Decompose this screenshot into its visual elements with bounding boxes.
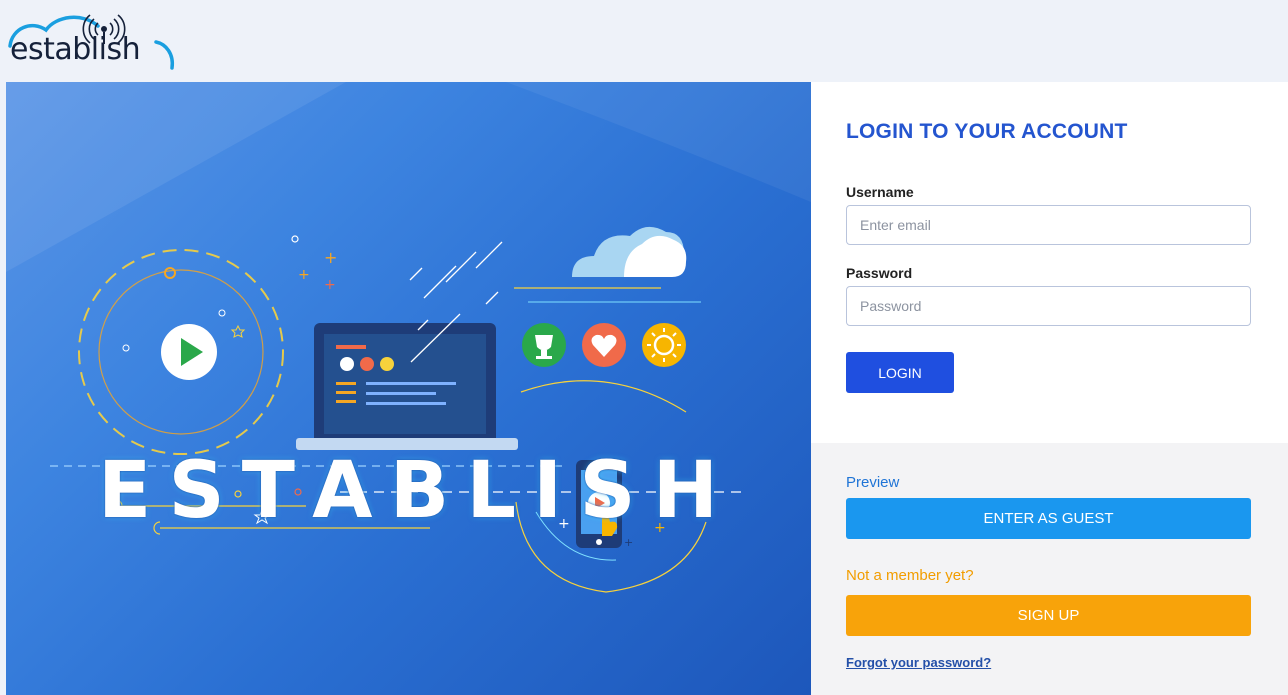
cloud-icon [572,226,687,277]
hero-wordmark: E S T A B L I S H [98,452,718,530]
hero-illustration: + + + + + + E S T A B L I S H [6,82,811,695]
enter-as-guest-button[interactable]: ENTER AS GUEST [846,498,1251,539]
hero-letter: S [579,446,636,536]
hero-artwork: + + + + + + [6,82,811,593]
hero-letter: B [389,446,450,536]
sun-icon [642,323,686,367]
hero-letter: I [533,446,563,536]
svg-text:+: + [324,277,336,293]
laptop-icon [296,323,518,450]
top-bar: establish [0,0,1288,82]
forgot-password-link[interactable]: Forgot your password? [846,655,991,670]
username-label: Username [846,184,914,200]
hero-letter: H [652,446,718,536]
password-input[interactable] [846,286,1251,326]
svg-text:+: + [624,536,633,549]
trophy-icon [522,323,566,367]
login-button[interactable]: LOGIN [846,352,954,393]
logo-text: establish [10,32,141,67]
svg-text:+: + [298,267,310,283]
password-label: Password [846,265,913,281]
hero-letter: L [466,446,517,536]
svg-text:+: + [324,248,337,267]
sign-up-button[interactable]: SIGN UP [846,595,1251,636]
establish-logo[interactable]: establish [6,6,176,78]
hero-letter: S [168,446,225,536]
hero-letter: T [241,446,296,536]
login-title: LOGIN TO YOUR ACCOUNT [846,120,1128,143]
hero-letter: A [312,446,373,536]
login-form-section: LOGIN TO YOUR ACCOUNT Username Password … [811,82,1288,443]
login-panel: LOGIN TO YOUR ACCOUNT Username Password … [811,82,1288,695]
username-input[interactable] [846,205,1251,245]
hero-letter: E [98,446,152,536]
preview-label: Preview [846,474,900,491]
play-icon [161,324,217,380]
not-a-member-label: Not a member yet? [846,567,974,584]
heart-icon [582,323,626,367]
